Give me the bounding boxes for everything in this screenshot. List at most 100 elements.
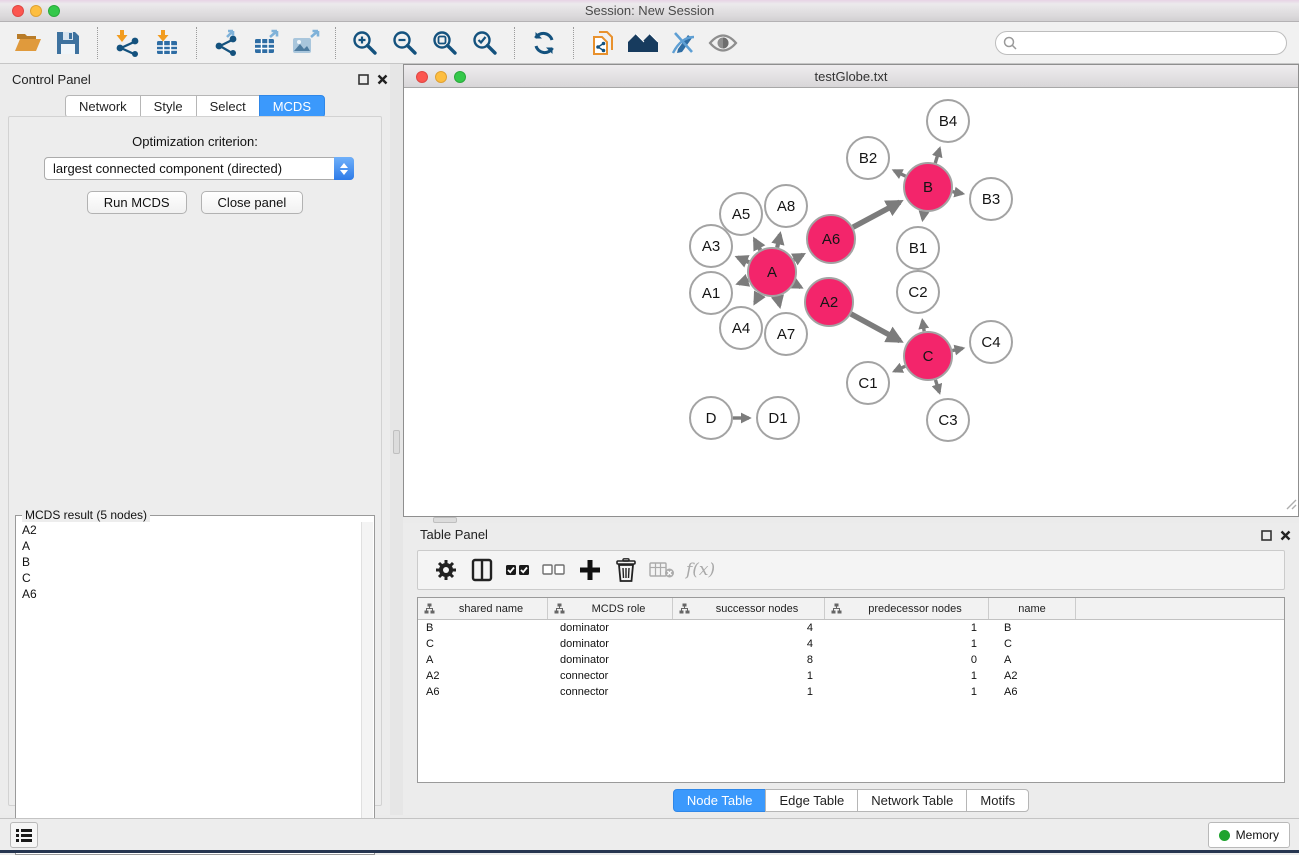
deselect-all-checkboxes-icon[interactable]: [538, 554, 570, 586]
result-item[interactable]: A6: [17, 586, 361, 602]
column-header-predecessor-nodes[interactable]: predecessor nodes: [825, 598, 989, 619]
cell-name[interactable]: A6: [989, 686, 1076, 698]
cell-name[interactable]: A: [989, 654, 1076, 666]
search-box[interactable]: [995, 31, 1287, 55]
table-row[interactable]: A2connector11A2: [418, 668, 1284, 684]
hide-graphics-details-icon[interactable]: [666, 26, 700, 60]
close-panel-icon[interactable]: [375, 72, 389, 86]
add-column-icon[interactable]: [574, 554, 606, 586]
edge-B-B1[interactable]: [923, 212, 924, 220]
cell-shared_name[interactable]: B: [418, 622, 548, 634]
refresh-icon[interactable]: [527, 26, 561, 60]
node-D[interactable]: D: [690, 397, 732, 439]
table-row[interactable]: A6connector11A6: [418, 684, 1284, 700]
node-A7[interactable]: A7: [765, 313, 807, 355]
optimization-criterion-dropdown[interactable]: largest connected component (directed): [44, 157, 354, 180]
cell-predecessor[interactable]: 0: [825, 654, 989, 666]
tab-select[interactable]: Select: [196, 95, 260, 118]
save-session-icon[interactable]: [51, 26, 85, 60]
node-A3[interactable]: A3: [690, 225, 732, 267]
zoom-out-icon[interactable]: [388, 26, 422, 60]
network-canvas[interactable]: B4B2BB3B1A5A8A6A3AA1C2A2A4A7CC4C1C3DD1: [405, 89, 1297, 515]
edge-C-C3[interactable]: [935, 380, 939, 392]
cell-shared_name[interactable]: A: [418, 654, 548, 666]
cell-name[interactable]: C: [989, 638, 1076, 650]
splitter-handle[interactable]: [393, 430, 400, 454]
table-row[interactable]: Adominator80A: [418, 652, 1284, 668]
cell-shared_name[interactable]: C: [418, 638, 548, 650]
edge-B-B2[interactable]: [894, 171, 905, 177]
edge-B-B3[interactable]: [953, 192, 963, 194]
column-header-name[interactable]: name: [989, 598, 1076, 619]
cell-name[interactable]: A2: [989, 670, 1076, 682]
cell-successor[interactable]: 1: [673, 686, 825, 698]
node-B2[interactable]: B2: [847, 137, 889, 179]
cell-successor[interactable]: 1: [673, 670, 825, 682]
tab-motifs[interactable]: Motifs: [966, 789, 1029, 812]
tab-style[interactable]: Style: [140, 95, 197, 118]
run-mcds-button[interactable]: Run MCDS: [87, 191, 187, 214]
cell-name[interactable]: B: [989, 622, 1076, 634]
node-table[interactable]: shared nameMCDS rolesuccessor nodesprede…: [417, 597, 1285, 783]
close-panel-button[interactable]: Close panel: [201, 191, 304, 214]
tab-node-table[interactable]: Node Table: [673, 789, 767, 812]
settings-gear-icon[interactable]: [430, 554, 462, 586]
node-C3[interactable]: C3: [927, 399, 969, 441]
edge-A-A8[interactable]: [777, 234, 780, 247]
delete-column-icon[interactable]: [610, 554, 642, 586]
edge-A6-B[interactable]: [853, 202, 900, 227]
node-A8[interactable]: A8: [765, 185, 807, 227]
edge-A-A2[interactable]: [794, 284, 801, 287]
cell-predecessor[interactable]: 1: [825, 622, 989, 634]
zoom-selected-icon[interactable]: [468, 26, 502, 60]
cell-predecessor[interactable]: 1: [825, 686, 989, 698]
node-A1[interactable]: A1: [690, 272, 732, 314]
search-input[interactable]: [1022, 36, 1286, 50]
node-C1[interactable]: C1: [847, 362, 889, 404]
columns-icon[interactable]: [466, 554, 498, 586]
result-item[interactable]: A2: [17, 522, 361, 538]
node-B[interactable]: B: [904, 163, 952, 211]
zoom-in-icon[interactable]: [348, 26, 382, 60]
cell-predecessor[interactable]: 1: [825, 638, 989, 650]
edge-A-A4[interactable]: [755, 294, 760, 303]
import-network-icon[interactable]: [110, 26, 144, 60]
edge-C-C2[interactable]: [922, 321, 924, 332]
table-row[interactable]: Cdominator41C: [418, 636, 1284, 652]
tab-mcds[interactable]: MCDS: [259, 95, 325, 118]
result-scrollbar[interactable]: [361, 522, 373, 853]
cell-predecessor[interactable]: 1: [825, 670, 989, 682]
node-B4[interactable]: B4: [927, 100, 969, 142]
memory-button[interactable]: Memory: [1208, 822, 1290, 848]
import-table-icon[interactable]: [150, 26, 184, 60]
node-C4[interactable]: C4: [970, 321, 1012, 363]
edge-C-C1[interactable]: [894, 366, 905, 371]
zoom-fit-icon[interactable]: [428, 26, 462, 60]
column-header-successor-nodes[interactable]: successor nodes: [673, 598, 825, 619]
edge-B-B4[interactable]: [935, 149, 939, 163]
edge-A-A3[interactable]: [738, 257, 749, 262]
cell-shared_name[interactable]: A6: [418, 686, 548, 698]
cell-mcds_role[interactable]: connector: [548, 670, 673, 682]
node-B3[interactable]: B3: [970, 178, 1012, 220]
column-header-MCDS-role[interactable]: MCDS role: [548, 598, 673, 619]
result-item[interactable]: B: [17, 554, 361, 570]
node-A5[interactable]: A5: [720, 193, 762, 235]
cell-successor[interactable]: 8: [673, 654, 825, 666]
tab-network[interactable]: Network: [65, 95, 141, 118]
cell-shared_name[interactable]: A2: [418, 670, 548, 682]
node-A4[interactable]: A4: [720, 307, 762, 349]
network-graph[interactable]: B4B2BB3B1A5A8A6A3AA1C2A2A4A7CC4C1C3DD1: [405, 89, 1297, 515]
select-all-checkboxes-icon[interactable]: [502, 554, 534, 586]
node-A2[interactable]: A2: [805, 278, 853, 326]
node-B1[interactable]: B1: [897, 227, 939, 269]
cell-mcds_role[interactable]: dominator: [548, 654, 673, 666]
export-network-icon[interactable]: [209, 26, 243, 60]
edge-A-A7[interactable]: [778, 296, 780, 305]
node-A6[interactable]: A6: [807, 215, 855, 263]
result-item[interactable]: C: [17, 570, 361, 586]
edge-A-A5[interactable]: [755, 240, 761, 250]
result-item[interactable]: A: [17, 538, 361, 554]
mcds-result-list[interactable]: A2ABCA6: [17, 522, 361, 853]
clone-network-icon[interactable]: [586, 26, 620, 60]
